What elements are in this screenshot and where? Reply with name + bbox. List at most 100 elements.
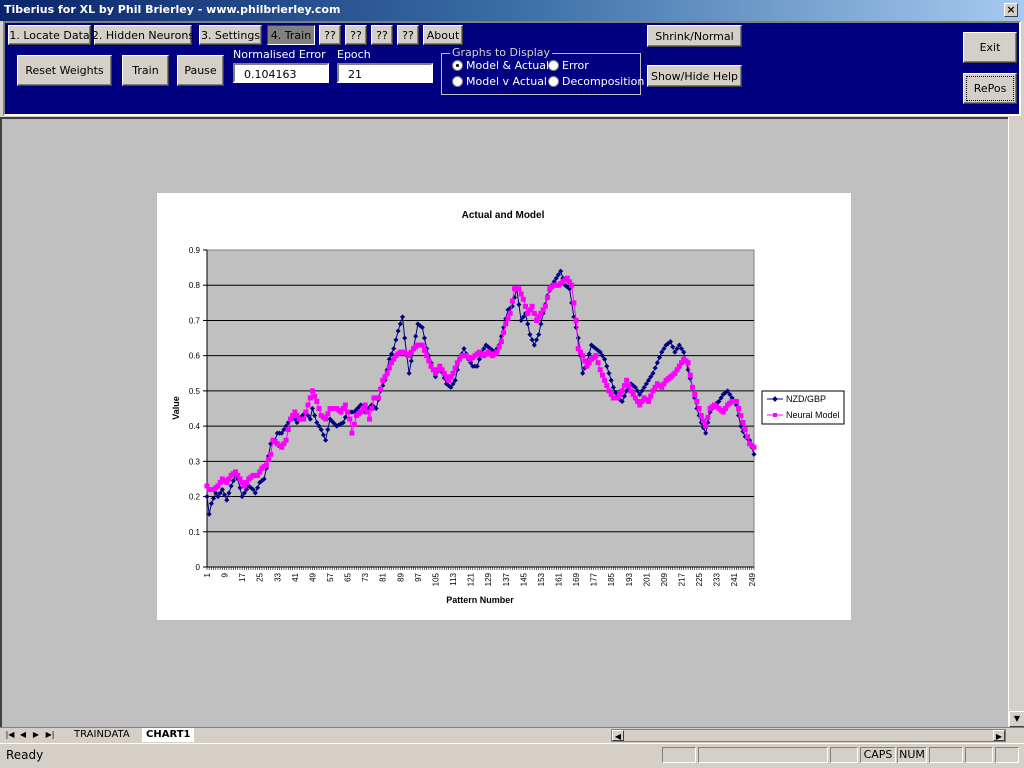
data-point-neural-model [545, 295, 551, 301]
horizontal-scrollbar[interactable]: ◀ ▶ [611, 729, 1006, 742]
scroll-left-icon[interactable]: ◀ [612, 730, 624, 741]
x-tick-label: 153 [537, 572, 546, 586]
x-tick-label: 41 [291, 572, 300, 581]
radio-model-v-actual[interactable]: Model v Actual [452, 75, 547, 88]
data-point-neural-model [424, 353, 430, 359]
x-tick-label: 9 [221, 572, 230, 577]
data-point-neural-model [426, 358, 432, 364]
data-point-neural-model [573, 317, 579, 323]
data-point-neural-model [593, 353, 599, 359]
vertical-scrollbar[interactable]: ▼ [1008, 117, 1024, 727]
tab-hidden-neurons[interactable]: 2. Hidden Neurons [92, 25, 194, 45]
data-point-neural-model [369, 406, 375, 411]
status-cell [830, 747, 858, 763]
y-tick-label: 0.6 [189, 352, 201, 361]
reset-weights-button[interactable]: Reset Weights [17, 55, 112, 86]
data-point-neural-model [523, 303, 529, 309]
data-point-neural-model [751, 444, 757, 450]
num-indicator: NUM [897, 747, 927, 763]
data-point-neural-model [595, 360, 601, 366]
data-point-neural-model [520, 296, 526, 302]
data-point-neural-model [626, 383, 632, 389]
y-tick-label: 0.4 [189, 422, 201, 431]
status-bar: Ready CAPS NUM [0, 743, 1024, 768]
status-text: Ready [6, 748, 44, 762]
data-point-neural-model [604, 383, 610, 389]
x-tick-label: 161 [554, 572, 563, 586]
data-point-neural-model [367, 416, 373, 422]
data-point-neural-model [450, 370, 456, 376]
tab-unknown-4[interactable]: ?? [397, 25, 419, 45]
repos-button[interactable]: RePos [963, 73, 1017, 104]
tab-train[interactable]: 4. Train [267, 25, 315, 45]
data-point-neural-model [740, 420, 746, 426]
x-tick-label: 249 [748, 572, 757, 586]
x-tick-label: 17 [238, 572, 247, 581]
prev-sheet-icon[interactable]: ◀ [17, 728, 29, 742]
scroll-right-icon[interactable]: ▶ [993, 730, 1005, 741]
data-point-neural-model [569, 282, 575, 288]
data-point-neural-model [736, 406, 742, 411]
x-tick-label: 33 [273, 572, 282, 581]
radio-model-and-actual[interactable]: Model & Actual [452, 59, 549, 72]
data-point-neural-model [375, 395, 381, 401]
data-point-neural-model [283, 437, 289, 443]
title-bar: Tiberius for XL by Phil Brierley - www.p… [0, 0, 1024, 21]
data-point-neural-model [345, 409, 351, 415]
data-point-neural-model [621, 383, 627, 389]
x-tick-label: 185 [607, 572, 616, 586]
tab-unknown-3[interactable]: ?? [371, 25, 393, 45]
legend: NZD/GBP Neural Model [761, 390, 845, 425]
tab-unknown-2[interactable]: ?? [345, 25, 367, 45]
status-cell [929, 747, 963, 763]
x-tick-label: 105 [431, 572, 440, 586]
data-point-neural-model [351, 421, 357, 427]
y-axis-label: Value [171, 396, 181, 420]
normalised-error-field[interactable]: 0.104163 [233, 63, 329, 83]
data-point-neural-model [602, 377, 608, 383]
legend-label-actual: NZD/GBP [786, 394, 826, 404]
data-point-neural-model [452, 365, 458, 371]
shrink-normal-button[interactable]: Shrink/Normal [647, 25, 742, 47]
status-cell [662, 747, 696, 763]
close-icon[interactable]: × [1004, 3, 1018, 17]
radio-decomposition[interactable]: Decomposition [548, 75, 644, 88]
x-tick-label: 177 [590, 572, 599, 586]
sheet-tab-traindata[interactable]: TRAINDATA [62, 728, 142, 742]
radio-unselected-icon [452, 76, 463, 87]
data-point-neural-model [692, 391, 698, 397]
data-point-neural-model [700, 418, 706, 424]
x-tick-label: 201 [642, 572, 651, 586]
tab-unknown-1[interactable]: ?? [319, 25, 341, 45]
data-point-neural-model [689, 384, 695, 390]
tab-settings[interactable]: 3. Settings [199, 25, 262, 45]
show-hide-help-button[interactable]: Show/Hide Help [647, 65, 742, 87]
data-point-neural-model [349, 430, 355, 436]
status-cell [965, 747, 993, 763]
next-sheet-icon[interactable]: ▶ [30, 728, 42, 742]
sheet-tab-chart1[interactable]: CHART1 [142, 728, 195, 742]
y-tick-label: 0 [196, 563, 201, 572]
data-point-neural-model [266, 457, 272, 463]
x-tick-label: 65 [344, 572, 353, 581]
tab-about[interactable]: About [423, 25, 463, 45]
data-point-neural-model [419, 342, 425, 348]
radio-selected-icon [452, 60, 463, 71]
application-window: Tiberius for XL by Phil Brierley - www.p… [0, 0, 1024, 768]
legend-marker-model [773, 413, 777, 417]
train-button[interactable]: Train [122, 55, 169, 86]
scroll-down-icon[interactable]: ▼ [1009, 711, 1024, 727]
data-point-neural-model [285, 427, 291, 433]
first-sheet-icon[interactable]: |◀ [4, 728, 16, 742]
y-tick-label: 0.9 [189, 246, 201, 255]
radio-unselected-icon [548, 60, 559, 71]
data-point-neural-model [303, 409, 309, 415]
data-point-neural-model [323, 416, 329, 422]
radio-error[interactable]: Error [548, 59, 589, 72]
x-tick-label: 225 [695, 572, 704, 586]
last-sheet-icon[interactable]: ▶| [44, 728, 56, 742]
epoch-field[interactable]: 21 [337, 63, 433, 83]
tab-locate-data[interactable]: 1. Locate Data [8, 25, 91, 45]
exit-button[interactable]: Exit [963, 32, 1017, 63]
pause-button[interactable]: Pause [177, 55, 224, 86]
